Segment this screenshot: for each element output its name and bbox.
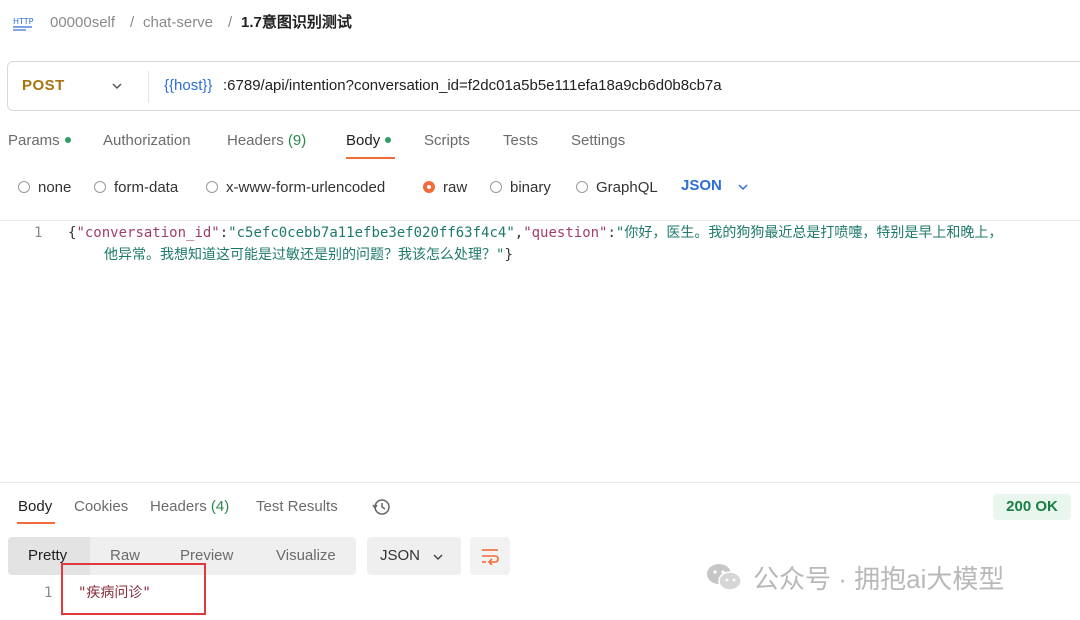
watermark-text: 公众号 · 拥抱ai大模型: [753, 563, 1005, 594]
json-colon: :: [607, 225, 616, 241]
json-key: "question": [523, 225, 608, 241]
radio-graphql[interactable]: GraphQL: [576, 177, 658, 197]
json-colon: :: [219, 225, 229, 241]
divider: [0, 482, 1080, 483]
json-comma: ,: [514, 225, 524, 241]
view-raw-button[interactable]: Raw: [110, 547, 140, 564]
view-pretty-button[interactable]: Pretty: [28, 547, 67, 564]
radio-binary[interactable]: binary: [490, 177, 551, 197]
modified-dot: [385, 137, 392, 144]
tab-headers-label: Headers: [227, 132, 284, 149]
radio-form-data[interactable]: form-data: [94, 177, 178, 197]
tab-body[interactable]: Body: [346, 131, 392, 151]
radio-raw[interactable]: raw: [423, 177, 467, 197]
radio-circle-selected: [423, 181, 435, 193]
tab-settings[interactable]: Settings: [571, 131, 625, 151]
radio-label: raw: [443, 178, 468, 196]
radio-label: x-www-form-urlencoded: [226, 178, 386, 196]
request-url-bar: POST {{host}} :6789/api/intention?conver…: [7, 61, 1080, 111]
radio-label: GraphQL: [596, 178, 658, 196]
line-number: 1: [44, 585, 53, 601]
response-tab-body[interactable]: Body: [18, 497, 52, 517]
modified-dot: [64, 137, 71, 144]
radio-circle: [18, 181, 30, 193]
response-tab-test-results[interactable]: Test Results: [256, 497, 338, 517]
radio-label: binary: [510, 178, 551, 196]
tab-params-label: Params: [8, 132, 60, 149]
chevron-down-icon: [433, 554, 443, 561]
tab-params[interactable]: Params: [8, 131, 71, 151]
breadcrumb-collection[interactable]: chat-serve: [143, 13, 213, 33]
http-request-icon: HTTP: [13, 17, 34, 31]
tab-body-label: Body: [346, 132, 381, 149]
breadcrumb-workspace[interactable]: 00000self: [50, 13, 115, 33]
tab-scripts[interactable]: Scripts: [424, 131, 470, 151]
chevron-down-icon[interactable]: [737, 181, 749, 193]
method-select[interactable]: POST: [22, 77, 65, 94]
active-tab-indicator: [17, 522, 55, 524]
radio-urlencoded[interactable]: x-www-form-urlencoded: [206, 177, 385, 197]
highlight-box: [61, 563, 206, 615]
tab-tests[interactable]: Tests: [503, 131, 538, 151]
json-key: "conversation_id": [76, 225, 220, 241]
breadcrumb-separator: /: [130, 14, 135, 31]
request-body-editor-wrap[interactable]: 他异常。我想知道这可能是过敏还是别的问题？我该怎么处理？"}: [104, 245, 513, 265]
wechat-icon: [707, 564, 742, 591]
breadcrumb-separator: /: [228, 14, 233, 31]
response-tab-headers[interactable]: Headers (4): [150, 497, 229, 517]
status-badge: 200 OK: [993, 494, 1071, 520]
radio-none[interactable]: none: [18, 177, 71, 197]
headers-count: (4): [210, 498, 230, 515]
line-number: 1: [34, 225, 43, 241]
breadcrumb: HTTP 00000self / chat-serve / 1.7意图识别测试: [0, 0, 1080, 46]
divider: [148, 71, 149, 103]
radio-circle: [490, 181, 502, 193]
response-format-label: JSON: [380, 547, 421, 564]
response-tab-cookies[interactable]: Cookies: [74, 497, 128, 517]
radio-label: form-data: [114, 178, 179, 196]
json-string: "你好，医生。我的狗狗最近总是打喷嚏，特别是早上和晚上，: [615, 225, 1003, 241]
request-body-editor[interactable]: {"conversation_id":"c5efc0cebb7a11efbe3e…: [68, 223, 1002, 243]
radio-circle: [206, 181, 218, 193]
view-preview-button[interactable]: Preview: [180, 547, 233, 564]
tab-headers[interactable]: Headers (9): [227, 131, 306, 151]
json-brace: }: [504, 247, 513, 263]
breadcrumb-request-name[interactable]: 1.7意图识别测试: [241, 13, 352, 33]
active-tab-indicator: [346, 157, 395, 159]
wrap-lines-icon: [482, 549, 499, 565]
response-tab-headers-label: Headers: [150, 498, 207, 515]
view-visualize-button[interactable]: Visualize: [276, 547, 336, 564]
radio-label: none: [38, 178, 72, 196]
radio-circle: [576, 181, 588, 193]
json-string: "c5efc0cebb7a11efbe3ef020ff63f4c4": [228, 225, 515, 241]
url-variable[interactable]: {{host}}: [164, 77, 212, 94]
body-format-select[interactable]: JSON: [681, 177, 722, 194]
svg-text:HTTP: HTTP: [13, 17, 34, 26]
radio-circle: [94, 181, 106, 193]
headers-count: (9): [287, 132, 307, 149]
url-input[interactable]: :6789/api/intention?conversation_id=f2dc…: [223, 77, 722, 94]
watermark: 公众号 · 拥抱ai大模型: [705, 558, 1004, 596]
chevron-down-icon[interactable]: [111, 80, 123, 92]
divider: [0, 220, 1080, 221]
tab-authorization[interactable]: Authorization: [103, 131, 191, 151]
history-icon[interactable]: [371, 497, 391, 517]
json-string: 他异常。我想知道这可能是过敏还是别的问题？我该怎么处理？": [104, 247, 505, 263]
